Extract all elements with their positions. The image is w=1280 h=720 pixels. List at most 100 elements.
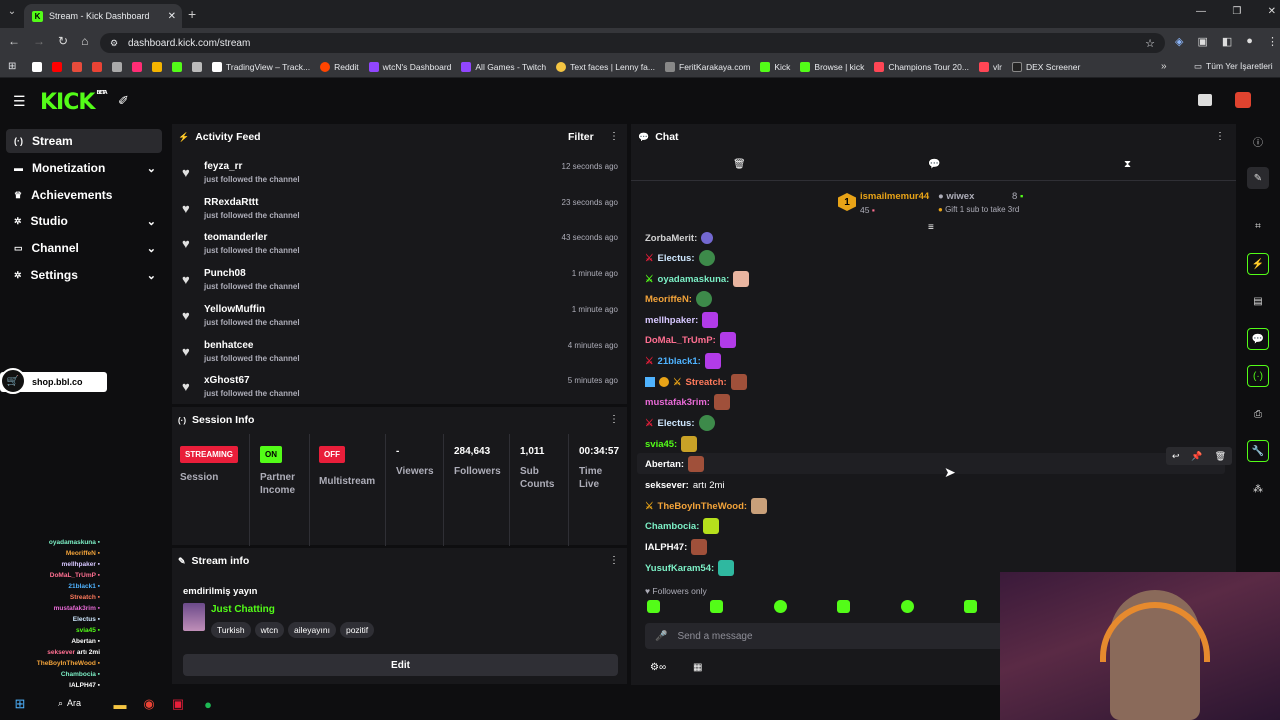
bookmark-reddit[interactable]: Reddit <box>320 61 359 72</box>
maximize-icon[interactable]: ❐ <box>1232 6 1241 17</box>
follower-name[interactable]: RRexdaRttt <box>204 197 258 208</box>
bookmark-icon-only[interactable] <box>32 61 42 72</box>
bookmark-icon-only[interactable] <box>52 61 62 72</box>
sidebar-item-achievements[interactable]: ♛ Achievements <box>6 183 162 207</box>
chat-username[interactable]: IALPH47: <box>645 542 687 553</box>
taskbar-search[interactable]: ⌕ Ara <box>58 698 81 709</box>
edit-icon[interactable]: ✎ <box>1247 167 1269 189</box>
follower-name[interactable]: benhatcee <box>204 340 253 351</box>
follower-name[interactable]: xGhost67 <box>204 375 250 386</box>
sidebar-item-studio[interactable]: ✲ Studio ⌄ <box>6 209 162 233</box>
bookmark-star-icon[interactable]: ☆ <box>1145 37 1155 50</box>
bookmark-icon-only[interactable] <box>112 61 122 72</box>
sidepanel-icon[interactable]: ◧ <box>1222 35 1232 48</box>
info-icon[interactable]: ⓘ <box>1247 130 1269 152</box>
user-avatar[interactable] <box>1235 92 1251 108</box>
emote-kick-icon[interactable] <box>900 600 914 613</box>
bookmark-tradingview[interactable]: TradingView – Track... <box>212 61 310 72</box>
chat-username[interactable]: DoMaL_TrUmP: <box>645 335 716 346</box>
video-camera-icon[interactable] <box>1198 94 1212 106</box>
bookmark-twitch-games[interactable]: All Games - Twitch <box>461 61 546 72</box>
emote-kick-icon[interactable] <box>963 600 977 613</box>
top-gifter-name[interactable]: ismailmemur44 <box>860 191 929 202</box>
hourglass-icon[interactable]: ⧗ <box>1124 159 1131 170</box>
bookmark-feritkarakaya[interactable]: FeritKarakaya.com <box>665 61 750 72</box>
printer-icon[interactable]: ⎙ <box>1247 403 1269 425</box>
chat-username[interactable]: YusufKaram54: <box>645 563 714 574</box>
chat-menu-icon[interactable]: ⋮ <box>1215 131 1225 142</box>
chat-username[interactable]: Chambocia: <box>645 521 699 532</box>
follower-name[interactable]: feyza_rr <box>204 161 242 172</box>
bookmark-kick[interactable]: Kick <box>760 61 790 72</box>
windows-start-icon[interactable]: ⊞ <box>8 692 32 716</box>
chat-input[interactable]: 🎤 Send a message <box>645 623 1005 649</box>
activity-menu-icon[interactable]: ⋮ <box>609 131 619 142</box>
menu-dots-icon[interactable]: ⋮ <box>1267 35 1278 48</box>
chat-username[interactable]: oyadamaskuna: <box>658 274 730 285</box>
follower-name[interactable]: YellowMuffin <box>204 304 265 315</box>
reply-icon[interactable]: ↩ <box>1172 451 1180 462</box>
sidebar-item-monetization[interactable]: ▬ Monetization ⌄ <box>6 156 162 180</box>
chat-username[interactable]: Streatch: <box>686 377 727 388</box>
url-bar[interactable]: ⚙ dashboard.kick.com/stream ☆ <box>100 33 1165 53</box>
chat-mode-icon[interactable]: 💬 <box>928 159 940 170</box>
bookmark-dex-screener[interactable]: DEX Screener <box>1011 61 1080 72</box>
extension-icon[interactable]: ◈ <box>1175 35 1183 48</box>
file-explorer-icon[interactable]: ▬ <box>108 692 132 716</box>
close-window-icon[interactable]: ✕ <box>1268 6 1276 17</box>
sidebar-item-channel[interactable]: ▭ Channel ⌄ <box>6 236 162 260</box>
follower-name[interactable]: Punch08 <box>204 268 246 279</box>
bookmark-icon-only[interactable] <box>92 61 102 72</box>
broadcast-icon[interactable]: (·) <box>1247 365 1269 387</box>
wrench-icon[interactable]: 🔧 <box>1247 440 1269 462</box>
chat-username[interactable]: ZorbaMerit: <box>645 233 697 244</box>
document-icon[interactable]: ▤ <box>1247 290 1269 312</box>
chrome-icon[interactable]: ◉ <box>137 692 161 716</box>
edit-button[interactable]: Edit <box>183 654 618 676</box>
chat-username[interactable]: Electus: <box>658 253 695 264</box>
tab-search-button[interactable]: ⌄ <box>4 6 20 22</box>
session-menu-icon[interactable]: ⋮ <box>609 414 619 425</box>
kick-logo[interactable]: KICK BETA <box>40 90 108 115</box>
apps-icon[interactable]: ⊞ <box>8 61 16 72</box>
follower-name[interactable]: teomanderler <box>204 232 267 243</box>
chat-username[interactable]: mustafak3rim: <box>645 397 710 408</box>
chat-username[interactable]: mellhpaker: <box>645 315 698 326</box>
hamburger-menu-icon[interactable]: ☰ <box>13 93 26 110</box>
tab-close-icon[interactable]: ✕ <box>168 11 176 22</box>
chat-username[interactable]: 21black1: <box>658 356 701 367</box>
minimize-icon[interactable]: — <box>1196 6 1206 17</box>
chat-tools-icon[interactable]: ⚙∞ <box>650 662 666 673</box>
all-bookmarks[interactable]: ▭ Tüm Yer İşaretleri <box>1194 61 1273 72</box>
stream-info-menu-icon[interactable]: ⋮ <box>609 555 619 566</box>
chat-username[interactable]: seksever: <box>645 480 689 491</box>
chat-username[interactable]: svia45: <box>645 439 677 450</box>
chat-username[interactable]: Abertan: <box>645 459 684 470</box>
delete-icon[interactable]: 🗑 <box>1215 451 1226 462</box>
bookmark-icon-only[interactable] <box>132 61 142 72</box>
pin-icon[interactable]: 📌 <box>1191 451 1202 462</box>
sidebar-item-stream[interactable]: (·) Stream <box>6 129 162 153</box>
collapse-leaderboard-icon[interactable]: ≡ <box>928 222 934 233</box>
puzzle-icon[interactable]: ▣ <box>1197 35 1207 48</box>
back-icon[interactable]: ← <box>8 34 20 48</box>
reload-icon[interactable]: ↻ <box>58 34 68 48</box>
home-icon[interactable]: ⌂ <box>81 34 88 48</box>
bookmark-browse-kick[interactable]: Browse | kick <box>800 61 864 72</box>
sidebar-item-settings[interactable]: ✲ Settings ⌄ <box>6 263 162 287</box>
chat-bubble-icon[interactable]: 💬 <box>1247 328 1269 350</box>
pencil-tool-icon[interactable]: ✐ <box>118 93 129 109</box>
store-icon[interactable]: ▦ <box>693 662 702 673</box>
emote-kick-icon[interactable] <box>837 600 851 613</box>
bookmark-icon-only[interactable] <box>152 61 162 72</box>
app-icon[interactable]: ▣ <box>166 692 190 716</box>
bookmark-wtcn-dashboard[interactable]: wtcN's Dashboard <box>368 61 451 72</box>
trash-icon[interactable]: 🗑 <box>733 159 746 170</box>
forward-icon[interactable]: → <box>33 34 45 48</box>
bookmark-icon-only[interactable] <box>72 61 82 72</box>
spotify-icon[interactable]: ● <box>196 692 220 716</box>
chat-username[interactable]: Electus: <box>658 418 695 429</box>
profile-avatar[interactable]: ● <box>1246 35 1253 48</box>
chat-username[interactable]: TheBoyInTheWood: <box>658 501 748 512</box>
emote-kick-icon[interactable] <box>773 600 787 613</box>
